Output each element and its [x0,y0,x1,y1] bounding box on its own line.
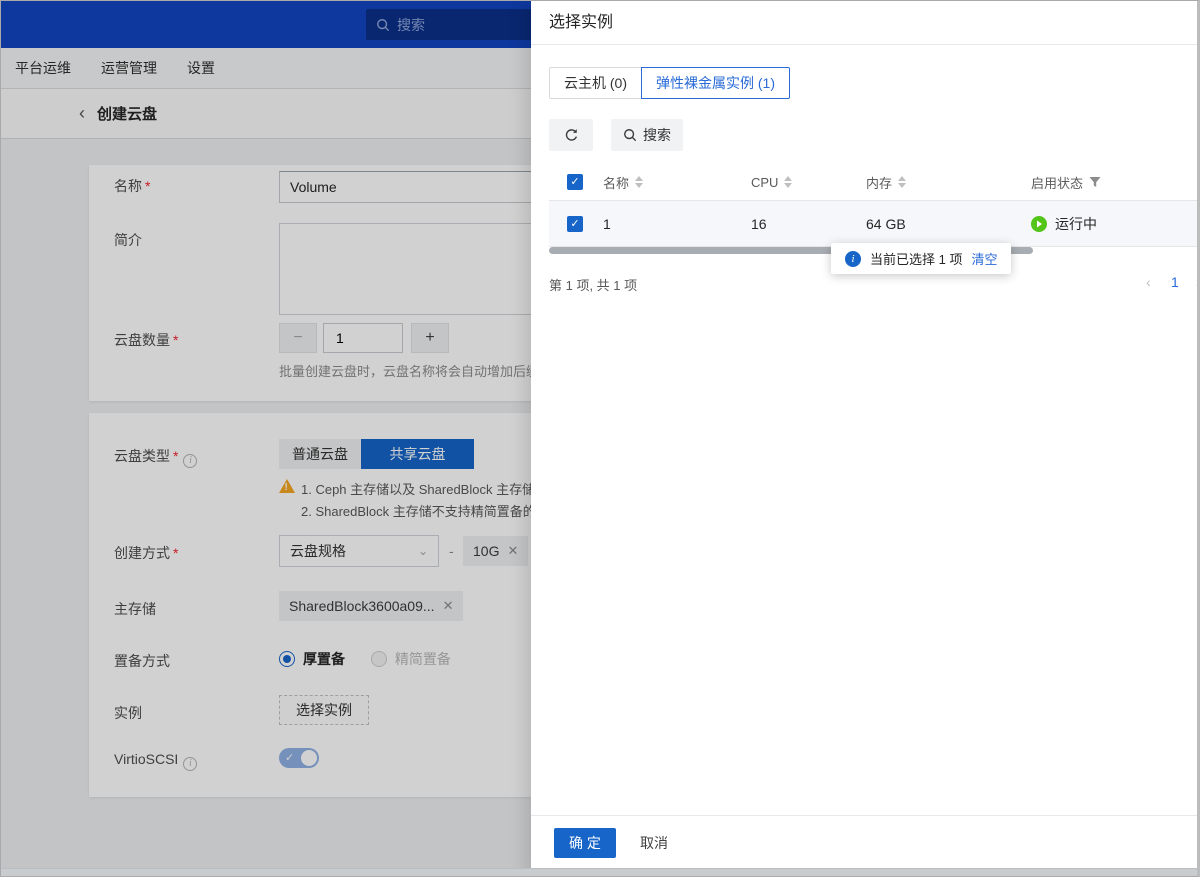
app-window: 搜索 平台运维 运营管理 设置 ‹ 创建云盘 名称* 简介 云盘数量* − + … [0,0,1200,877]
search-button-label: 搜索 [643,125,671,145]
instances-table: ✓ 名称 CPU 内存 启用状态 [549,164,1200,247]
column-header-cpu[interactable]: CPU [747,175,862,190]
drawer-header: 选择实例 [531,1,1200,45]
cell-cpu: 16 [747,216,862,232]
selection-count-text: 当前已选择 1 项 [870,249,962,268]
filter-funnel-icon[interactable] [1089,176,1101,188]
drawer-footer: 确 定 取消 [531,815,1200,870]
pagination-page-1[interactable]: 1 [1171,274,1179,290]
instance-type-tabs: 云主机 (0) 弹性裸金属实例 (1) [549,67,790,99]
column-header-state[interactable]: 启用状态 [1027,173,1200,192]
sort-icon[interactable] [898,176,906,188]
confirm-button[interactable]: 确 定 [554,828,616,858]
table-search-button[interactable]: 搜索 [611,119,683,151]
select-all-checkbox[interactable]: ✓ [567,174,583,190]
column-header-name[interactable]: 名称 [597,173,747,192]
pagination-next-icon[interactable]: › [1196,274,1200,290]
cell-memory: 64 GB [862,216,1027,232]
table-row[interactable]: ✓ 1 16 64 GB 运行中 [549,201,1200,247]
cancel-button[interactable]: 取消 [640,833,668,853]
cell-state: 运行中 [1027,214,1200,234]
refresh-icon [564,128,579,143]
pagination-summary: 第 1 项, 共 1 项 [549,275,637,294]
table-header-row: ✓ 名称 CPU 内存 启用状态 [549,164,1200,201]
search-icon [623,128,637,142]
refresh-button[interactable] [549,119,593,151]
drawer-title: 选择实例 [549,14,613,31]
select-instance-drawer: 选择实例 云主机 (0) 弹性裸金属实例 (1) 搜索 ✓ 名称 [531,1,1200,877]
running-status-icon [1031,216,1047,232]
info-icon: i [845,251,861,267]
window-bottom-scrollbar[interactable] [1,868,1200,876]
tab-baremetal-instances[interactable]: 弹性裸金属实例 (1) [641,67,790,99]
row-checkbox[interactable]: ✓ [567,216,583,232]
tab-vm-instances[interactable]: 云主机 (0) [549,67,642,99]
sort-icon[interactable] [784,176,792,188]
cell-name: 1 [597,216,747,232]
status-badge: 运行中 [1055,214,1097,234]
selection-tooltip: i 当前已选择 1 项 清空 [831,243,1011,274]
column-header-memory[interactable]: 内存 [862,173,1027,192]
pagination-prev-icon[interactable]: ‹ [1146,274,1151,290]
sort-icon[interactable] [635,176,643,188]
clear-selection-link[interactable]: 清空 [971,249,997,268]
